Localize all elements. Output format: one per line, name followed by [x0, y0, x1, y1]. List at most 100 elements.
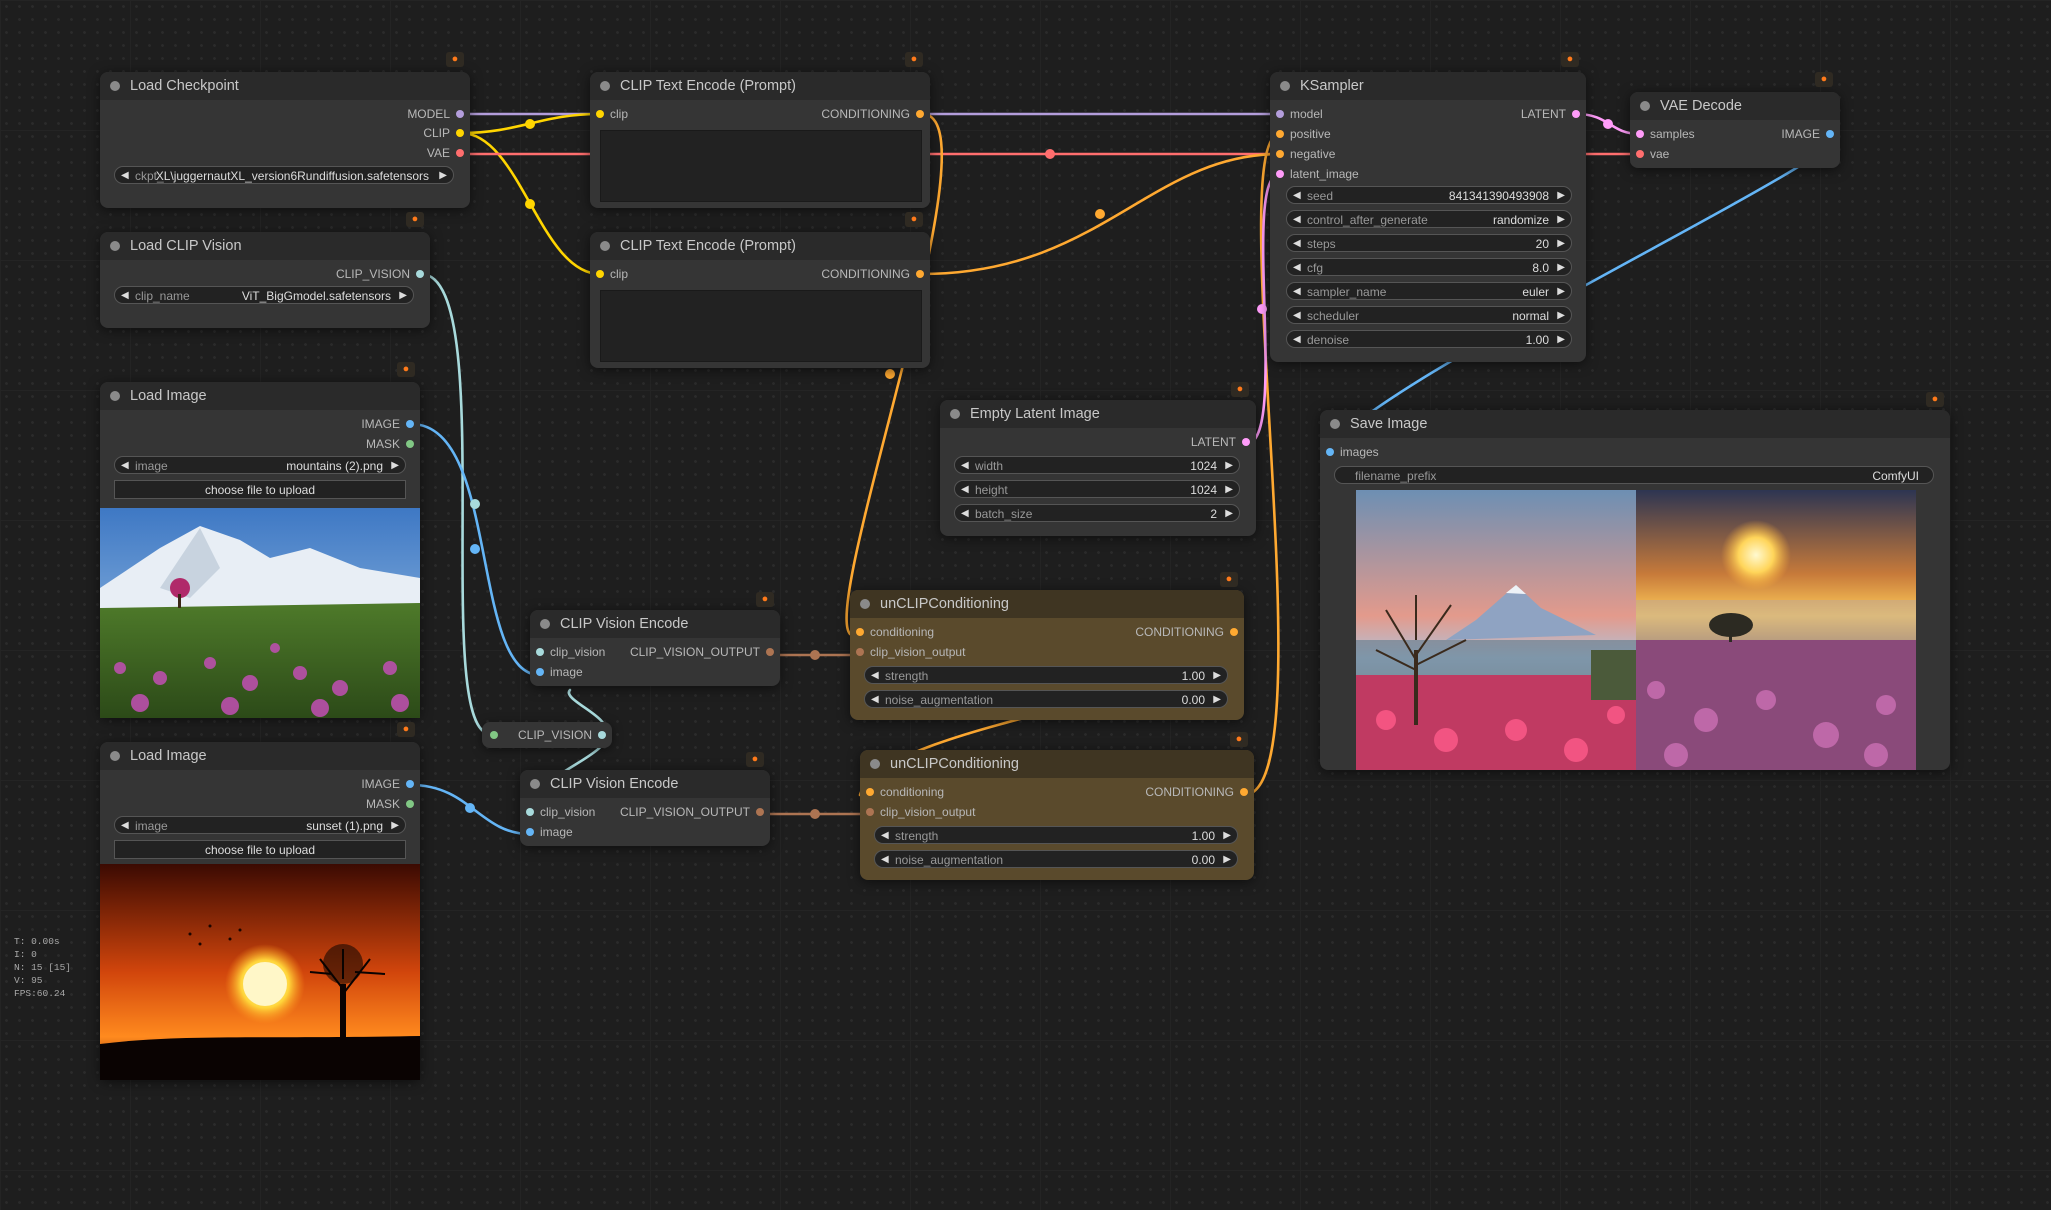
- output-image[interactable]: IMAGE: [361, 416, 414, 432]
- output-image-preview-1[interactable]: [1356, 490, 1636, 770]
- collapse-dot[interactable]: [870, 759, 880, 769]
- output-conditioning[interactable]: CONDITIONING: [821, 106, 924, 122]
- output-conditioning[interactable]: CONDITIONING: [821, 266, 924, 282]
- right-arrow-icon[interactable]: ▶: [391, 817, 399, 835]
- collapse-dot[interactable]: [540, 619, 550, 629]
- node-title[interactable]: Save Image: [1320, 410, 1950, 438]
- left-arrow-icon[interactable]: ◀: [871, 667, 879, 685]
- output-conditioning[interactable]: CONDITIONING: [1145, 784, 1248, 800]
- collapse-dot[interactable]: [530, 779, 540, 789]
- node-title[interactable]: CLIP Vision Encode: [530, 610, 780, 638]
- node-title[interactable]: Load Image: [100, 382, 420, 410]
- left-arrow-icon[interactable]: ◀: [1293, 331, 1301, 349]
- input-images[interactable]: images: [1326, 444, 1379, 460]
- steps-slider[interactable]: ◀ steps 20 ▶: [1286, 234, 1572, 252]
- output-mask[interactable]: MASK: [366, 796, 414, 812]
- sampler-name-combo[interactable]: ◀ sampler_name euler ▶: [1286, 282, 1572, 300]
- input-positive[interactable]: positive: [1276, 126, 1331, 142]
- ckpt-name-combo[interactable]: ◀ ckpt_ XL\juggernautXL_version6Rundiffu…: [114, 166, 454, 184]
- collapse-dot[interactable]: [1280, 81, 1290, 91]
- left-arrow-icon[interactable]: ◀: [961, 481, 969, 499]
- scheduler-combo[interactable]: ◀ scheduler normal ▶: [1286, 306, 1572, 324]
- seed-slider[interactable]: ◀ seed 841341390493908 ▶: [1286, 186, 1572, 204]
- input-clip-vision[interactable]: clip_vision: [526, 804, 595, 820]
- input-conditioning[interactable]: conditioning: [866, 784, 944, 800]
- input-clip-vision-output[interactable]: clip_vision_output: [866, 804, 975, 820]
- output-model[interactable]: MODEL: [407, 106, 464, 122]
- right-arrow-icon[interactable]: ▶: [1213, 667, 1221, 685]
- left-arrow-icon[interactable]: ◀: [1293, 283, 1301, 301]
- left-arrow-icon[interactable]: ◀: [1293, 187, 1301, 205]
- right-arrow-icon[interactable]: ▶: [1557, 235, 1565, 253]
- right-arrow-icon[interactable]: ▶: [1557, 307, 1565, 325]
- output-clip-vision-output[interactable]: CLIP_VISION_OUTPUT: [620, 804, 764, 820]
- load-checkpoint-node[interactable]: Load Checkpoint MODEL CLIP VAE ◀ ckpt_ X…: [100, 72, 470, 208]
- right-arrow-icon[interactable]: ▶: [1213, 691, 1221, 709]
- collapse-dot[interactable]: [110, 391, 120, 401]
- output-image[interactable]: IMAGE: [361, 776, 414, 792]
- collapse-dot[interactable]: [600, 241, 610, 251]
- left-arrow-icon[interactable]: ◀: [121, 457, 129, 475]
- reroute-input[interactable]: [490, 727, 504, 743]
- reroute-output[interactable]: [592, 727, 606, 743]
- left-arrow-icon[interactable]: ◀: [881, 827, 889, 845]
- right-arrow-icon[interactable]: ▶: [391, 457, 399, 475]
- node-title[interactable]: unCLIPConditioning: [860, 750, 1254, 778]
- width-slider[interactable]: ◀ width 1024 ▶: [954, 456, 1240, 474]
- image-combo[interactable]: ◀ image sunset (1).png ▶: [114, 816, 406, 834]
- unclip-conditioning-node-2[interactable]: unCLIPConditioning conditioning clip_vis…: [860, 750, 1254, 880]
- right-arrow-icon[interactable]: ▶: [439, 167, 447, 185]
- ksampler-node[interactable]: KSampler model positive negative latent_…: [1270, 72, 1586, 362]
- right-arrow-icon[interactable]: ▶: [1557, 331, 1565, 349]
- output-vae[interactable]: VAE: [427, 145, 464, 161]
- node-title[interactable]: CLIP Text Encode (Prompt): [590, 72, 930, 100]
- strength-slider[interactable]: ◀ strength 1.00 ▶: [874, 826, 1238, 844]
- node-title[interactable]: Load Checkpoint: [100, 72, 470, 100]
- input-image[interactable]: image: [536, 664, 583, 680]
- clip-vision-encode-node-1[interactable]: CLIP Vision Encode clip_vision image CLI…: [530, 610, 780, 686]
- noise-augmentation-slider[interactable]: ◀ noise_augmentation 0.00 ▶: [874, 850, 1238, 868]
- input-vae[interactable]: vae: [1636, 146, 1669, 162]
- left-arrow-icon[interactable]: ◀: [961, 505, 969, 523]
- left-arrow-icon[interactable]: ◀: [1293, 259, 1301, 277]
- input-negative[interactable]: negative: [1276, 146, 1335, 162]
- strength-slider[interactable]: ◀ strength 1.00 ▶: [864, 666, 1228, 684]
- left-arrow-icon[interactable]: ◀: [1293, 235, 1301, 253]
- load-image-node-1[interactable]: Load Image IMAGE MASK ◀ image mountains …: [100, 382, 420, 718]
- left-arrow-icon[interactable]: ◀: [1293, 211, 1301, 229]
- node-title[interactable]: Load Image: [100, 742, 420, 770]
- control-after-generate-combo[interactable]: ◀ control_after_generate randomize ▶: [1286, 210, 1572, 228]
- unclip-conditioning-node-1[interactable]: unCLIPConditioning conditioning clip_vis…: [850, 590, 1244, 720]
- load-image-node-2[interactable]: Load Image IMAGE MASK ◀ image sunset (1)…: [100, 742, 420, 1080]
- collapse-dot[interactable]: [860, 599, 870, 609]
- right-arrow-icon[interactable]: ▶: [1223, 827, 1231, 845]
- node-title[interactable]: KSampler: [1270, 72, 1586, 100]
- input-model[interactable]: model: [1276, 106, 1323, 122]
- right-arrow-icon[interactable]: ▶: [1223, 851, 1231, 869]
- batch-size-slider[interactable]: ◀ batch_size 2 ▶: [954, 504, 1240, 522]
- left-arrow-icon[interactable]: ◀: [121, 287, 129, 305]
- output-image-preview-2[interactable]: [1636, 490, 1916, 770]
- noise-augmentation-slider[interactable]: ◀ noise_augmentation 0.00 ▶: [864, 690, 1228, 708]
- input-samples[interactable]: samples: [1636, 126, 1695, 142]
- collapse-dot[interactable]: [950, 409, 960, 419]
- input-clip-vision-output[interactable]: clip_vision_output: [856, 644, 965, 660]
- collapse-dot[interactable]: [1330, 419, 1340, 429]
- collapse-dot[interactable]: [110, 241, 120, 251]
- input-clip-vision[interactable]: clip_vision: [536, 644, 605, 660]
- clip-text-encode-node-2[interactable]: CLIP Text Encode (Prompt) clip CONDITION…: [590, 232, 930, 368]
- cfg-slider[interactable]: ◀ cfg 8.0 ▶: [1286, 258, 1572, 276]
- output-conditioning[interactable]: CONDITIONING: [1135, 624, 1238, 640]
- collapse-dot[interactable]: [600, 81, 610, 91]
- right-arrow-icon[interactable]: ▶: [1557, 283, 1565, 301]
- clip-vision-encode-node-2[interactable]: CLIP Vision Encode clip_vision image CLI…: [520, 770, 770, 846]
- image-combo[interactable]: ◀ image mountains (2).png ▶: [114, 456, 406, 474]
- input-clip[interactable]: clip: [596, 266, 628, 282]
- right-arrow-icon[interactable]: ▶: [1557, 187, 1565, 205]
- load-clip-vision-node[interactable]: Load CLIP Vision CLIP_VISION ◀ clip_name…: [100, 232, 430, 328]
- upload-button[interactable]: choose file to upload: [114, 840, 406, 859]
- node-title[interactable]: Empty Latent Image: [940, 400, 1256, 428]
- clip-text-encode-node-1[interactable]: CLIP Text Encode (Prompt) clip CONDITION…: [590, 72, 930, 208]
- right-arrow-icon[interactable]: ▶: [1557, 211, 1565, 229]
- input-image[interactable]: image: [526, 824, 573, 840]
